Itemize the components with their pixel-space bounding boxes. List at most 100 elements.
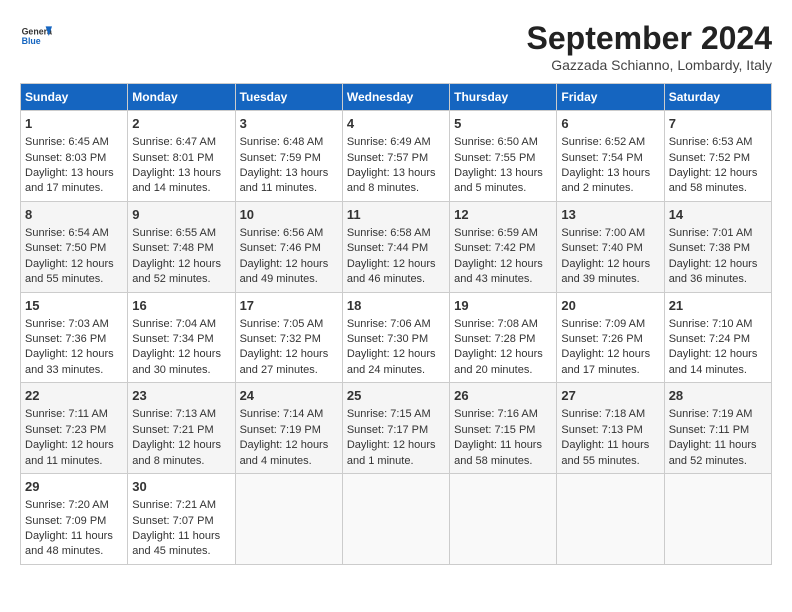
calendar-cell: 25Sunrise: 7:15 AMSunset: 7:17 PMDayligh…	[342, 383, 449, 474]
sunset-text: Sunset: 7:59 PM	[240, 152, 321, 164]
calendar-cell: 6Sunrise: 6:52 AMSunset: 7:54 PMDaylight…	[557, 111, 664, 202]
sunrise-text: Sunrise: 7:21 AM	[132, 499, 216, 511]
day-number: 7	[669, 115, 767, 133]
day-number: 3	[240, 115, 338, 133]
sunset-text: Sunset: 7:44 PM	[347, 242, 428, 254]
sunset-text: Sunset: 7:21 PM	[132, 424, 213, 436]
sunrise-text: Sunrise: 6:49 AM	[347, 136, 431, 148]
calendar-cell: 3 Sunrise: 6:48 AM Sunset: 7:59 PM Daylight…	[235, 111, 342, 202]
sunset-text: Sunset: 7:34 PM	[132, 333, 213, 345]
calendar-cell: 26Sunrise: 7:16 AMSunset: 7:15 PMDayligh…	[450, 383, 557, 474]
daylight-text: Daylight: 12 hours and 4 minutes.	[240, 439, 329, 466]
daylight-text: Daylight: 12 hours and 49 minutes.	[240, 258, 329, 285]
sunset-text: Sunset: 7:40 PM	[561, 242, 642, 254]
day-number: 20	[561, 297, 659, 315]
day-number: 23	[132, 387, 230, 405]
sunset-text: Sunset: 7:50 PM	[25, 242, 106, 254]
calendar-cell: 14Sunrise: 7:01 AMSunset: 7:38 PMDayligh…	[664, 201, 771, 292]
day-number: 14	[669, 206, 767, 224]
title-area: September 2024 Gazzada Schianno, Lombard…	[527, 20, 772, 73]
sunrise-text: Sunrise: 7:14 AM	[240, 408, 324, 420]
calendar-cell: 29Sunrise: 7:20 AMSunset: 7:09 PMDayligh…	[21, 474, 128, 565]
sunrise-text: Sunrise: 7:00 AM	[561, 227, 645, 239]
sunrise-text: Sunrise: 7:08 AM	[454, 318, 538, 330]
sunset-text: Sunset: 7:30 PM	[347, 333, 428, 345]
daylight-text: Daylight: 12 hours and 46 minutes.	[347, 258, 436, 285]
sunrise-text: Sunrise: 6:45 AM	[25, 136, 109, 148]
daylight-text: Daylight: 12 hours and 33 minutes.	[25, 348, 114, 375]
calendar-cell	[557, 474, 664, 565]
daylight-text: Daylight: 11 hours and 52 minutes.	[669, 439, 757, 466]
calendar-cell: 23 Sunrise: 7:13 AM Sunset: 7:21 PM Dayligh…	[128, 383, 235, 474]
col-header-monday: Monday	[128, 84, 235, 111]
day-number: 15	[25, 297, 123, 315]
sunset-text: Sunset: 7:07 PM	[132, 515, 213, 527]
day-number: 18	[347, 297, 445, 315]
sunset-text: Sunset: 8:01 PM	[132, 152, 213, 164]
day-number: 2	[132, 115, 230, 133]
sunrise-text: Sunrise: 7:04 AM	[132, 318, 216, 330]
sunrise-text: Sunrise: 7:11 AM	[25, 408, 108, 420]
sunrise-text: Sunrise: 7:09 AM	[561, 318, 645, 330]
sunrise-text: Sunrise: 6:56 AM	[240, 227, 324, 239]
daylight-text: Daylight: 12 hours and 1 minute.	[347, 439, 436, 466]
calendar-cell: 17Sunrise: 7:05 AMSunset: 7:32 PMDayligh…	[235, 292, 342, 383]
day-number: 24	[240, 387, 338, 405]
sunrise-text: Sunrise: 7:19 AM	[669, 408, 753, 420]
sunrise-text: Sunrise: 7:13 AM	[132, 408, 216, 420]
calendar-cell: 1Sunrise: 6:45 AMSunset: 8:03 PMDaylight…	[21, 111, 128, 202]
day-number: 29	[25, 478, 123, 496]
sunset-text: Sunset: 7:23 PM	[25, 424, 106, 436]
sunrise-text: Sunrise: 7:15 AM	[347, 408, 431, 420]
daylight-text: Daylight: 12 hours and 58 minutes.	[669, 167, 758, 194]
daylight-text: Daylight: 11 hours and 58 minutes.	[454, 439, 542, 466]
calendar-table: SundayMondayTuesdayWednesdayThursdayFrid…	[20, 83, 772, 565]
daylight-text: Daylight: 12 hours and 27 minutes.	[240, 348, 329, 375]
col-header-tuesday: Tuesday	[235, 84, 342, 111]
calendar-cell: 16 Sunrise: 7:04 AM Sunset: 7:34 PM Dayligh…	[128, 292, 235, 383]
month-title: September 2024	[527, 20, 772, 57]
daylight-text: Daylight: 12 hours and 14 minutes.	[669, 348, 758, 375]
day-number: 12	[454, 206, 552, 224]
sunset-text: Sunset: 7:36 PM	[25, 333, 106, 345]
day-number: 16	[132, 297, 230, 315]
sunrise-text: Sunrise: 7:10 AM	[669, 318, 753, 330]
col-header-thursday: Thursday	[450, 84, 557, 111]
col-header-saturday: Saturday	[664, 84, 771, 111]
sunset-text: Sunset: 8:03 PM	[25, 152, 106, 164]
sunset-text: Sunset: 7:55 PM	[454, 152, 535, 164]
sunrise-text: Sunrise: 6:48 AM	[240, 136, 324, 148]
day-number: 9	[132, 206, 230, 224]
day-number: 21	[669, 297, 767, 315]
sunrise-text: Sunrise: 6:58 AM	[347, 227, 431, 239]
day-number: 27	[561, 387, 659, 405]
day-number: 4	[347, 115, 445, 133]
daylight-text: Daylight: 12 hours and 30 minutes.	[132, 348, 221, 375]
sunrise-text: Sunrise: 6:53 AM	[669, 136, 753, 148]
calendar-cell: 27Sunrise: 7:18 AMSunset: 7:13 PMDayligh…	[557, 383, 664, 474]
sunset-text: Sunset: 7:28 PM	[454, 333, 535, 345]
calendar-cell: 19Sunrise: 7:08 AMSunset: 7:28 PMDayligh…	[450, 292, 557, 383]
day-number: 30	[132, 478, 230, 496]
calendar-cell: 5 Sunrise: 6:50 AM Sunset: 7:55 PM Daylight…	[450, 111, 557, 202]
daylight-text: Daylight: 13 hours and 14 minutes.	[132, 167, 221, 194]
daylight-text: Daylight: 12 hours and 43 minutes.	[454, 258, 543, 285]
daylight-text: Daylight: 13 hours and 17 minutes.	[25, 167, 114, 194]
daylight-text: Daylight: 12 hours and 8 minutes.	[132, 439, 221, 466]
sunset-text: Sunset: 7:26 PM	[561, 333, 642, 345]
sunrise-text: Sunrise: 6:50 AM	[454, 136, 538, 148]
day-number: 28	[669, 387, 767, 405]
sunset-text: Sunset: 7:48 PM	[132, 242, 213, 254]
daylight-text: Daylight: 13 hours and 11 minutes.	[240, 167, 329, 194]
sunset-text: Sunset: 7:11 PM	[669, 424, 750, 436]
sunrise-text: Sunrise: 7:16 AM	[454, 408, 538, 420]
day-number: 5	[454, 115, 552, 133]
day-number: 17	[240, 297, 338, 315]
sunrise-text: Sunrise: 6:47 AM	[132, 136, 216, 148]
day-number: 6	[561, 115, 659, 133]
calendar-cell: 28 Sunrise: 7:19 AM Sunset: 7:11 PM Dayligh…	[664, 383, 771, 474]
calendar-cell: 30Sunrise: 7:21 AMSunset: 7:07 PMDayligh…	[128, 474, 235, 565]
daylight-text: Daylight: 13 hours and 5 minutes.	[454, 167, 543, 194]
sunset-text: Sunset: 7:42 PM	[454, 242, 535, 254]
day-number: 25	[347, 387, 445, 405]
